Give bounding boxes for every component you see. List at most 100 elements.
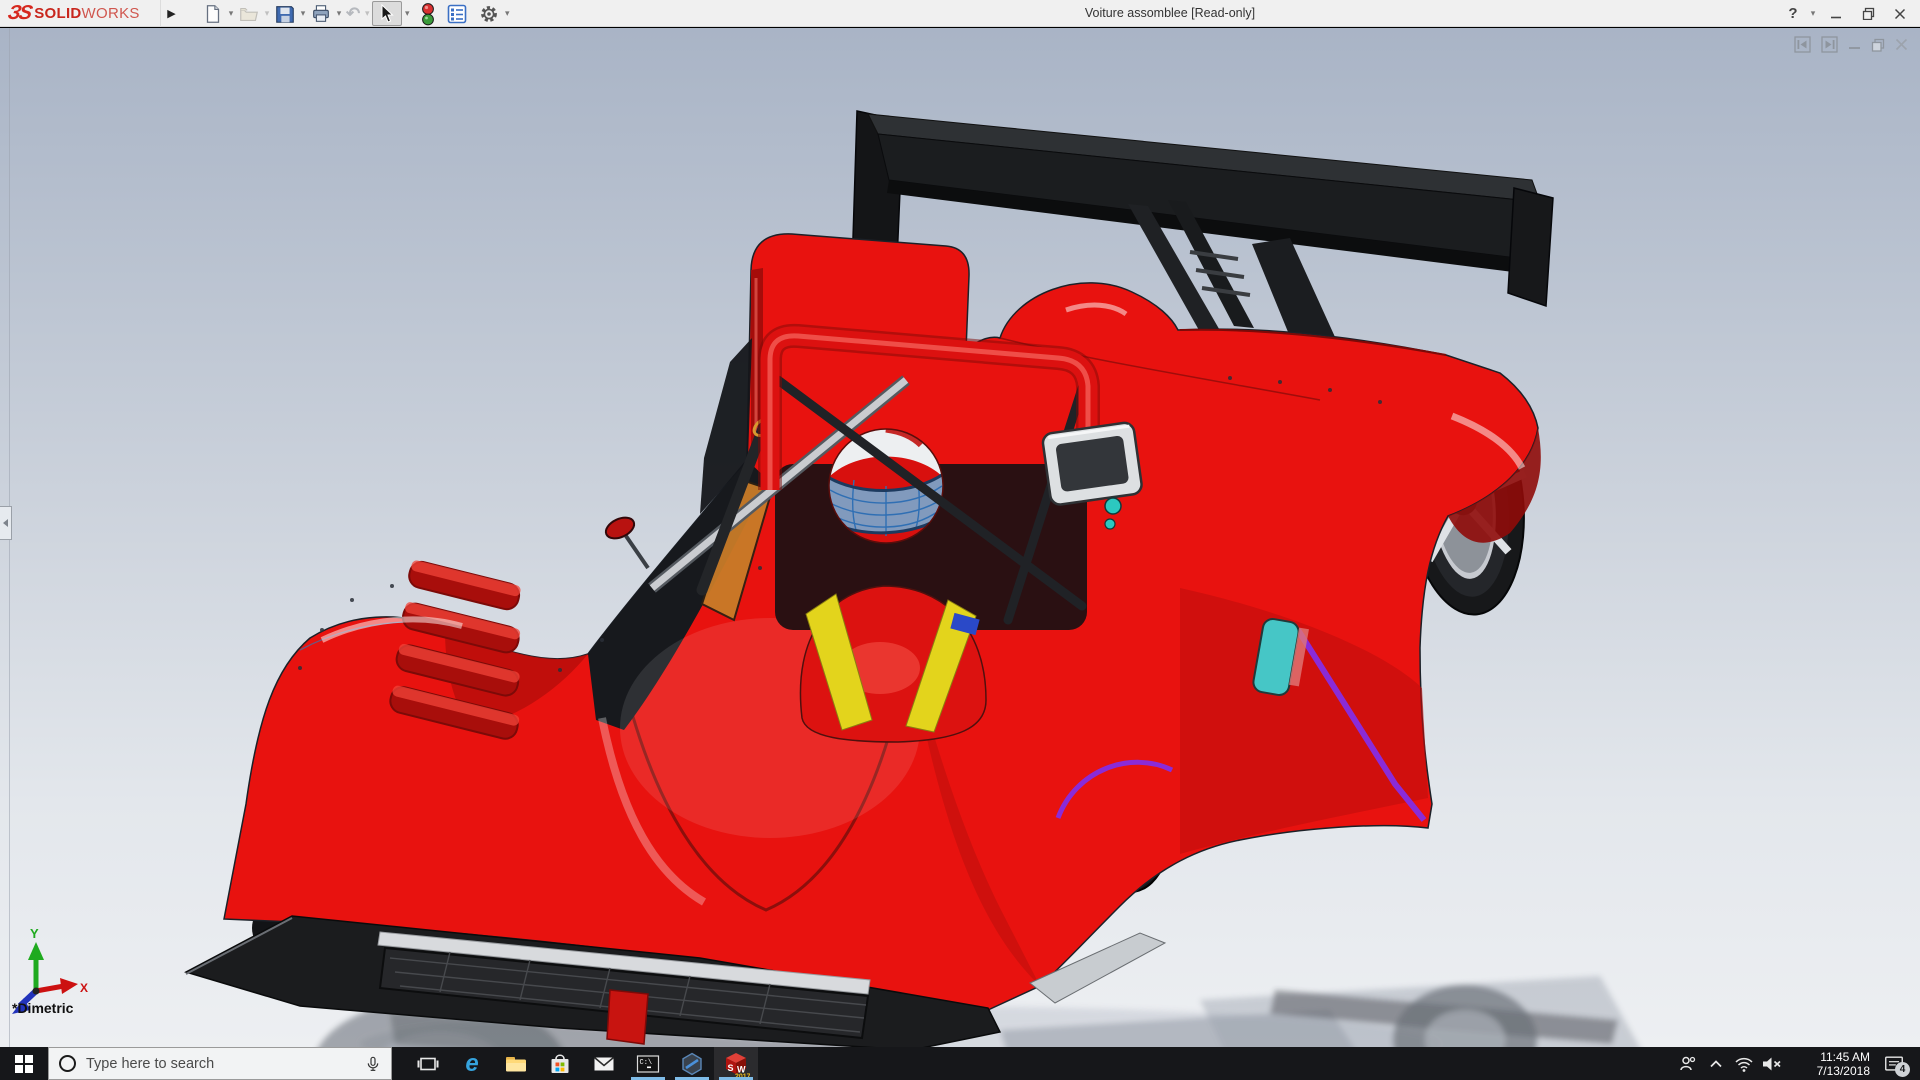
doc-restore-icon xyxy=(1871,38,1885,52)
save-button[interactable] xyxy=(272,1,298,26)
doc-minimize-button[interactable] xyxy=(1848,38,1861,51)
chevron-up-icon xyxy=(1708,1056,1724,1072)
taskbar-app-command-prompt[interactable]: C:\ xyxy=(626,1047,670,1080)
close-button[interactable] xyxy=(1886,1,1914,26)
select-cursor-icon xyxy=(378,4,396,24)
file-explorer-icon xyxy=(503,1051,529,1077)
task-view-icon xyxy=(416,1052,440,1076)
edge-icon: e xyxy=(465,1052,478,1076)
feature-panel-handle[interactable] xyxy=(0,506,12,540)
save-dropdown-caret[interactable]: ▾ xyxy=(298,8,308,19)
side-mirror xyxy=(603,514,638,543)
taskbar-app-solidworks-2017[interactable]: S W 2017 xyxy=(714,1047,758,1080)
help-dropdown-caret[interactable]: ▾ xyxy=(1808,8,1818,19)
logo-word-solid: SOLID xyxy=(34,5,81,22)
windows-logo-icon xyxy=(15,1055,33,1073)
new-dropdown-caret[interactable]: ▾ xyxy=(226,8,236,19)
select-dropdown-caret[interactable]: ▾ xyxy=(402,8,412,19)
gear-icon xyxy=(478,3,500,25)
undo-button: ↶ xyxy=(344,1,362,26)
clock-time: 11:45 AM xyxy=(1786,1050,1870,1064)
speaker-muted-icon xyxy=(1761,1054,1783,1074)
edrawings-hexagon-icon xyxy=(679,1051,705,1077)
doc-close-button[interactable] xyxy=(1895,38,1908,51)
notification-badge: 4 xyxy=(1895,1062,1910,1077)
window-title: Voiture assomblee [Read-only] xyxy=(1010,0,1330,27)
print-icon xyxy=(310,2,332,26)
graphics-area: Y X xyxy=(0,28,1920,1047)
solidworks-logo: ЗS SOLIDWORKS xyxy=(8,0,140,27)
collapse-arrow-icon xyxy=(3,519,8,527)
svg-text:C:\: C:\ xyxy=(640,1059,653,1067)
open-button[interactable] xyxy=(236,1,262,26)
search-placeholder: Type here to search xyxy=(86,1056,355,1072)
cycle-left-icon xyxy=(1794,36,1811,53)
properties-list-icon xyxy=(446,3,468,25)
cycle-right-icon xyxy=(1821,36,1838,53)
taskbar-clock[interactable]: 11:45 AM 7/13/2018 xyxy=(1786,1050,1874,1078)
taskbar-app-file-explorer[interactable] xyxy=(494,1047,538,1080)
triad-y-label: Y xyxy=(30,926,39,941)
people-icon xyxy=(1678,1054,1698,1074)
network-button[interactable] xyxy=(1730,1047,1758,1080)
cortana-icon xyxy=(59,1055,76,1072)
solidworks-2017-icon: S W 2017 xyxy=(722,1049,750,1079)
people-button[interactable] xyxy=(1674,1047,1702,1080)
task-view-button[interactable] xyxy=(406,1047,450,1080)
tray-overflow-button[interactable] xyxy=(1702,1047,1730,1080)
search-input[interactable]: Type here to search xyxy=(48,1047,392,1080)
new-document-icon xyxy=(202,2,224,26)
start-button[interactable] xyxy=(0,1047,48,1080)
taskbar-app-edrawings[interactable] xyxy=(670,1047,714,1080)
view-orientation-label: *Dimetric xyxy=(12,1000,73,1016)
restore-icon xyxy=(1862,7,1875,20)
open-folder-icon xyxy=(238,2,260,26)
windows-taskbar: Type here to search e xyxy=(0,1047,1920,1080)
taskbar-app-mail[interactable] xyxy=(582,1047,626,1080)
microphone-icon[interactable] xyxy=(365,1053,381,1075)
command-prompt-icon: C:\ xyxy=(635,1051,661,1077)
properties-button[interactable] xyxy=(444,1,470,26)
3d-model-canvas[interactable]: Y X xyxy=(0,28,1920,1047)
volume-button[interactable] xyxy=(1758,1047,1786,1080)
svg-text:2017: 2017 xyxy=(735,1073,750,1079)
wifi-icon xyxy=(1734,1054,1754,1074)
minimize-icon xyxy=(1830,8,1842,20)
solidworks-logo-mark: ЗS xyxy=(6,2,33,25)
rebuild-traffic-light-button[interactable] xyxy=(418,1,438,26)
select-tool-button[interactable] xyxy=(372,1,402,26)
print-dropdown-caret[interactable]: ▾ xyxy=(334,8,344,19)
logo-word-works: WORKS xyxy=(82,5,140,22)
svg-text:S: S xyxy=(728,1063,734,1073)
taskbar-app-microsoft-store[interactable] xyxy=(538,1047,582,1080)
doc-cycle-left-button[interactable] xyxy=(1794,36,1811,53)
options-dropdown-caret[interactable]: ▾ xyxy=(502,8,512,19)
traffic-light-icon xyxy=(420,2,436,26)
open-dropdown-caret: ▾ xyxy=(262,8,272,19)
doc-minimize-icon xyxy=(1848,38,1861,51)
print-button[interactable] xyxy=(308,1,334,26)
taskbar-app-edge[interactable]: e xyxy=(450,1047,494,1080)
help-button[interactable]: ? xyxy=(1782,1,1804,26)
doc-cycle-right-button[interactable] xyxy=(1821,36,1838,53)
minimize-button[interactable] xyxy=(1822,1,1850,26)
save-floppy-icon xyxy=(274,2,296,26)
air-intake xyxy=(1042,422,1143,506)
doc-restore-button[interactable] xyxy=(1871,38,1885,52)
undo-dropdown-caret: ▾ xyxy=(362,8,372,19)
restore-button[interactable] xyxy=(1854,1,1882,26)
action-center-button[interactable]: 4 xyxy=(1874,1047,1914,1080)
mail-icon xyxy=(591,1051,617,1077)
menu-expander-arrow-icon[interactable]: ▶ xyxy=(160,0,182,27)
triad-x-label: X xyxy=(80,981,88,995)
system-tray: 11:45 AM 7/13/2018 4 xyxy=(1674,1047,1920,1080)
clock-date: 7/13/2018 xyxy=(1786,1064,1870,1078)
undo-icon: ↶ xyxy=(346,4,360,24)
document-window-controls xyxy=(1794,36,1908,53)
close-icon xyxy=(1894,8,1906,20)
teal-marker xyxy=(1105,498,1121,514)
new-document-button[interactable] xyxy=(200,1,226,26)
options-button[interactable] xyxy=(476,1,502,26)
doc-close-icon xyxy=(1895,38,1908,51)
microsoft-store-icon xyxy=(547,1051,573,1077)
